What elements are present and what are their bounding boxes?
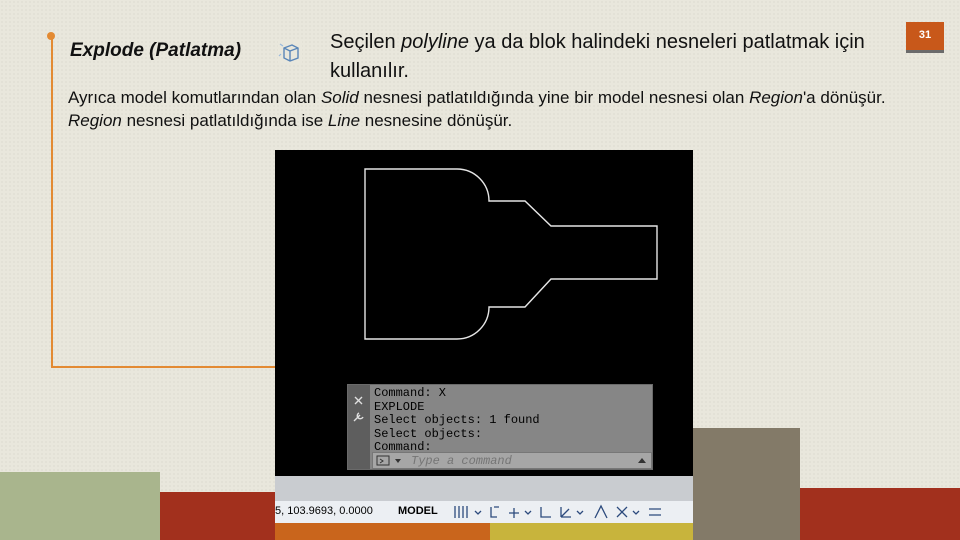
explode-icon [278, 40, 302, 64]
command-description: Seçilen polyline ya da blok halindeki ne… [330, 31, 865, 82]
chevron-up-icon[interactable] [635, 453, 649, 468]
chevron-down-icon [632, 510, 640, 515]
chevron-down-icon [576, 510, 584, 515]
coordinate-readout: 5, 103.9693, 0.0000 [275, 505, 373, 517]
ortho-icon [540, 507, 551, 518]
body-paragraph: Ayrıca model komutlarından olan Solid ne… [68, 88, 886, 130]
status-bar: 5, 103.9693, 0.0000 MODEL [275, 500, 693, 523]
decor-block-red-right [800, 488, 960, 540]
wrench-icon[interactable] [348, 409, 370, 425]
command-line-window: Command: X EXPLODE Select objects: 1 found… [347, 384, 653, 470]
decor-block-yellow [490, 522, 693, 540]
frame-horizontal-line [51, 366, 291, 368]
command-history-line: Select objects: [374, 426, 483, 441]
decor-block-tan [693, 428, 800, 540]
frame-vertical-line [51, 36, 53, 368]
command-history: Command: X EXPLODE Select objects: 1 found… [374, 386, 540, 455]
polar-icon [560, 507, 571, 518]
slide-title: Explode (Patlatma) [70, 40, 242, 61]
status-toggle-icons[interactable] [451, 503, 691, 521]
layout-tabs-strip [275, 476, 693, 500]
snap-icon [490, 506, 499, 518]
command-prompt-icon[interactable] [375, 453, 411, 468]
command-input-bar [372, 452, 652, 469]
object-snap-icon [616, 506, 628, 518]
close-icon[interactable] [348, 393, 370, 409]
isodraft-icon [594, 504, 608, 519]
page-number-badge: 31 [906, 22, 944, 53]
chevron-down-icon [524, 510, 532, 515]
chevron-down-icon [474, 510, 482, 515]
command-history-line: EXPLODE [374, 399, 425, 414]
decor-block-orange [275, 522, 490, 540]
explode-drawing-shape [364, 168, 658, 340]
infer-icon [509, 508, 519, 518]
lineweight-icon [649, 508, 661, 516]
decor-block-sage [0, 472, 160, 540]
decor-block-red-left [160, 492, 275, 540]
command-input[interactable] [411, 453, 631, 468]
command-window-grip[interactable] [348, 385, 370, 469]
command-history-line: Command: X [374, 386, 447, 400]
model-space-button[interactable]: MODEL [398, 505, 438, 517]
command-history-line: Select objects: 1 found [374, 413, 540, 427]
grid-icon [454, 506, 468, 518]
